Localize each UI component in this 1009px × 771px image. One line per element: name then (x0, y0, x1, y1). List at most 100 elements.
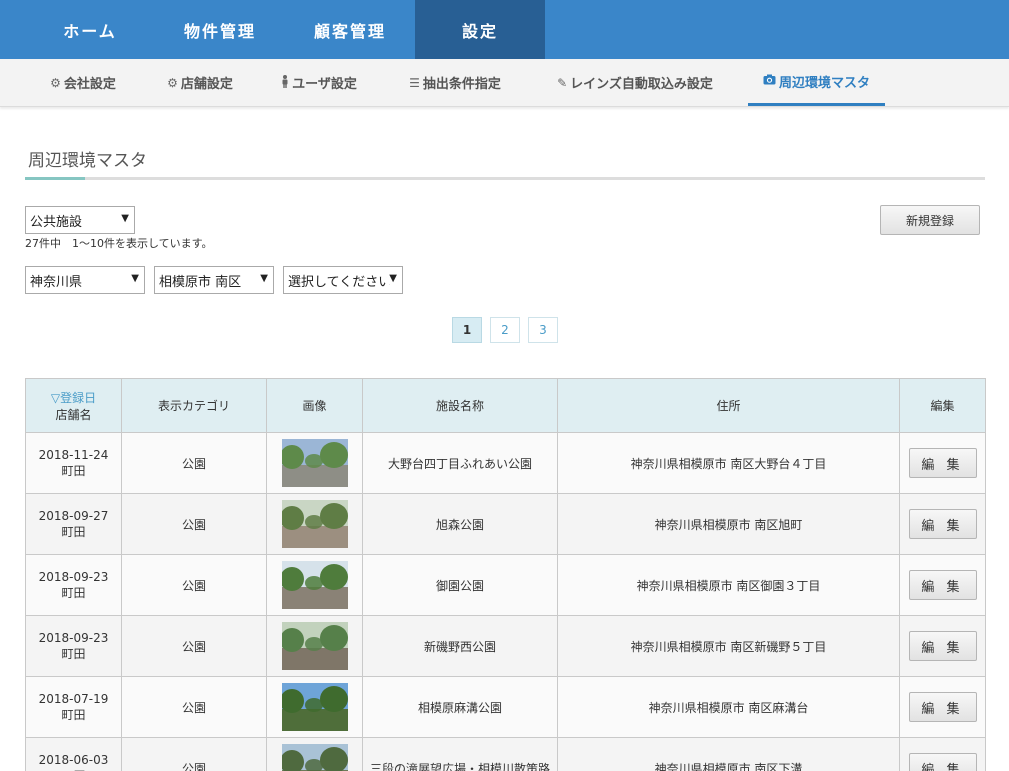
sort-by-date-link[interactable]: ▽登録日 (26, 389, 121, 406)
tab-label: 周辺環境マスタ (778, 75, 870, 91)
cell-category: 公園 (121, 615, 267, 677)
edit-button[interactable]: 編 集 (908, 631, 977, 661)
nav-customer-management[interactable]: 顧客管理 (285, 0, 415, 59)
tab-reins-auto-import[interactable]: ✎ レインズ自動取込み設定 (544, 59, 726, 106)
cell-address: 神奈川県相模原市 南区大野台４丁目 (557, 432, 900, 494)
facility-thumbnail[interactable] (281, 439, 348, 487)
edit-button[interactable]: 編 集 (908, 753, 977, 771)
registration-date: 2018-09-23 (38, 630, 109, 645)
facility-thumbnail[interactable] (281, 744, 348, 771)
prefecture-select[interactable]: 神奈川県 ▼ (25, 266, 145, 294)
table-row: 2018-09-27 町田 公園 旭森公園 神奈川県相模原市 南区旭町 編 集 (25, 493, 986, 555)
tab-store-settings[interactable]: ⚙ 店舗設定 (155, 59, 245, 106)
facility-thumbnail[interactable] (281, 500, 348, 548)
header-date-store: ▽登録日 店舗名 (25, 378, 122, 433)
edit-button[interactable]: 編 集 (908, 570, 977, 600)
cell-edit: 編 集 (899, 554, 986, 616)
table-header-row: ▽登録日 店舗名 表示カテゴリ 画像 施設名称 住所 編集 (25, 378, 986, 433)
city-select[interactable]: 相模原市 南区 ▼ (154, 266, 274, 294)
cell-category: 公園 (121, 493, 267, 555)
facility-thumbnail[interactable] (281, 683, 348, 731)
page-title: 周辺環境マスタ (28, 151, 147, 171)
cell-category: 公園 (121, 676, 267, 738)
tab-label: 抽出条件指定 (422, 77, 501, 92)
new-registration-button[interactable]: 新規登録 (880, 205, 980, 235)
cell-image (266, 737, 363, 771)
cell-address: 神奈川県相模原市 南区新磯野５丁目 (557, 615, 900, 677)
title-divider (25, 177, 985, 180)
title-accent (25, 177, 85, 180)
cell-facility-name: 相模原麻溝公園 (362, 676, 558, 738)
tab-user-settings[interactable]: ユーザ設定 (272, 59, 366, 106)
page-3[interactable]: 3 (528, 317, 558, 343)
table-row: 2018-06-03 町田 公園 三段の滝展望広場・相模川散策路 神奈川県相模原… (25, 737, 986, 771)
store-name: 町田 (61, 707, 86, 722)
facility-table: ▽登録日 店舗名 表示カテゴリ 画像 施設名称 住所 編集 2018-11-24… (25, 378, 986, 771)
tab-label: 店舗設定 (180, 77, 233, 92)
cell-date-store: 2018-07-19 町田 (25, 676, 122, 738)
registration-date: 2018-11-24 (38, 447, 109, 462)
area-select-value: 選択してください (288, 274, 392, 290)
tab-surroundings-master[interactable]: 周辺環境マスタ (748, 59, 885, 106)
category-select-value: 公共施設 (30, 214, 83, 230)
cell-facility-name: 旭森公園 (362, 493, 558, 555)
header-edit: 編集 (899, 378, 986, 433)
edit-button[interactable]: 編 集 (908, 692, 977, 722)
gear-icon: ⚙ (50, 75, 61, 90)
cell-edit: 編 集 (899, 737, 986, 771)
cell-image (266, 554, 363, 616)
store-name: 町田 (61, 646, 86, 661)
pagination: 1 2 3 (452, 317, 558, 343)
store-name: 町田 (61, 585, 86, 600)
header-store: 店舗名 (55, 407, 92, 422)
cell-date-store: 2018-11-24 町田 (25, 432, 122, 494)
edit-button[interactable]: 編 集 (908, 448, 977, 478)
store-name: 町田 (26, 767, 121, 771)
camera-icon (763, 74, 776, 88)
cell-facility-name: 新磯野西公園 (362, 615, 558, 677)
result-count: 27件中 1〜10件を表示しています。 (25, 237, 213, 250)
tab-extraction-conditions[interactable]: ☰ 抽出条件指定 (398, 59, 512, 106)
page-1[interactable]: 1 (452, 317, 482, 343)
nav-property-management[interactable]: 物件管理 (155, 0, 285, 59)
nav-settings[interactable]: 設定 (415, 0, 545, 59)
store-name: 町田 (61, 524, 86, 539)
chevron-down-icon: ▼ (129, 273, 139, 284)
cell-date-store: 2018-06-03 町田 (25, 737, 122, 771)
edit-icon: ✎ (557, 75, 568, 90)
chevron-down-icon: ▼ (119, 213, 129, 224)
prefecture-select-value: 神奈川県 (30, 274, 83, 290)
nav-home[interactable]: ホーム (25, 0, 155, 59)
header-category: 表示カテゴリ (121, 378, 267, 433)
store-name: 町田 (61, 463, 86, 478)
tab-company-settings[interactable]: ⚙ 会社設定 (38, 59, 128, 106)
facility-thumbnail[interactable] (281, 622, 348, 670)
edit-button[interactable]: 編 集 (908, 509, 977, 539)
cell-facility-name: 三段の滝展望広場・相模川散策路 (362, 737, 558, 771)
cell-image (266, 493, 363, 555)
tab-label: レインズ自動取込み設定 (570, 77, 713, 92)
table-row: 2018-09-23 町田 公園 御園公園 神奈川県相模原市 南区御園３丁目 編… (25, 554, 986, 616)
cell-address: 神奈川県相模原市 南区下溝 (557, 737, 900, 771)
top-nav: ホーム 物件管理 顧客管理 設定 (0, 0, 1009, 59)
page-2[interactable]: 2 (490, 317, 520, 343)
category-select[interactable]: 公共施設 ▼ (25, 206, 135, 234)
cell-date-store: 2018-09-23 町田 (25, 554, 122, 616)
table-row: 2018-11-24 町田 公園 大野台四丁目ふれあい公園 神奈川県相模原市 南… (25, 432, 986, 494)
area-select[interactable]: 選択してください ▼ (283, 266, 403, 294)
table-row: 2018-09-23 町田 公園 新磯野西公園 神奈川県相模原市 南区新磯野５丁… (25, 615, 986, 677)
cell-edit: 編 集 (899, 432, 986, 494)
cell-edit: 編 集 (899, 615, 986, 677)
list-icon: ☰ (409, 75, 420, 90)
header-facility: 施設名称 (362, 378, 558, 433)
cell-facility-name: 大野台四丁目ふれあい公園 (362, 432, 558, 494)
tab-label: 会社設定 (63, 77, 116, 92)
table-row: 2018-07-19 町田 公園 相模原麻溝公園 神奈川県相模原市 南区麻溝台 … (25, 676, 986, 738)
registration-date: 2018-07-19 (38, 691, 109, 706)
facility-thumbnail[interactable] (281, 561, 348, 609)
cell-address: 神奈川県相模原市 南区旭町 (557, 493, 900, 555)
registration-date: 2018-06-03 (38, 752, 109, 767)
person-icon (281, 74, 289, 91)
cell-date-store: 2018-09-27 町田 (25, 493, 122, 555)
cell-category: 公園 (121, 554, 267, 616)
